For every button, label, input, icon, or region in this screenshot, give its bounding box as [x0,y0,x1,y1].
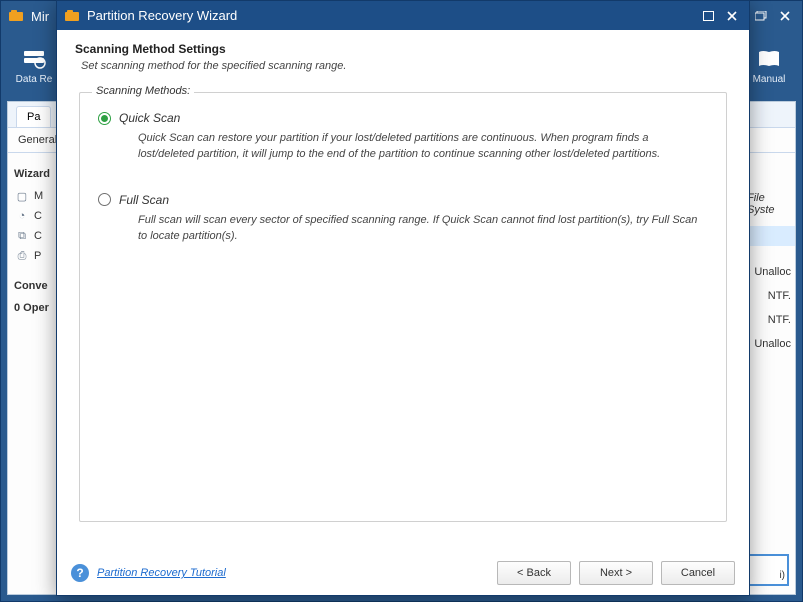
filesystem-column: File Syste Unalloc NTF. NTF. Unalloc [747,192,795,362]
page-subtitle: Set scanning method for the specified sc… [75,60,731,72]
wizard-title: Partition Recovery Wizard [87,8,237,23]
quick-scan-description: Quick Scan can restore your partition if… [98,131,708,163]
help-icon[interactable]: ? [71,564,89,582]
back-button[interactable]: < Back [497,561,571,585]
close-icon[interactable] [721,7,743,25]
toolbar-label: Manual [753,74,786,85]
fs-row: Unalloc [747,266,795,278]
tab-partition[interactable]: Pa [16,106,51,127]
fieldset-legend: Scanning Methods: [92,85,194,97]
app-icon [63,7,81,25]
wizard-titlebar: Partition Recovery Wizard [57,1,749,30]
copy-icon: ⧉ [14,229,30,243]
radio-icon [98,112,111,125]
print-icon: ⎙ [14,249,30,263]
page-title: Scanning Method Settings [75,42,731,56]
toolbar-item-data[interactable]: Data Re [11,48,57,85]
app-icon [7,7,25,25]
clock-icon: ◔ [14,209,30,223]
main-title: Mir [31,9,49,24]
close-icon[interactable] [774,7,796,25]
disk-selection[interactable]: i) [745,554,789,586]
radio-label: Full Scan [119,193,169,207]
row-highlight[interactable] [747,226,795,246]
radio-full-scan[interactable]: Full Scan [98,193,708,207]
manual-icon [756,48,782,70]
data-icon [21,48,47,70]
wizard-footer: ? Partition Recovery Tutorial < Back Nex… [57,551,749,595]
restore-icon[interactable] [750,7,772,25]
toolbar-item-manual[interactable]: Manual [746,48,792,85]
doc-icon: ▢ [14,189,30,203]
radio-label: Quick Scan [119,111,180,125]
fs-row: Unalloc [747,338,795,350]
radio-icon [98,193,111,206]
next-button[interactable]: Next > [579,561,653,585]
fs-row: NTF. [747,290,795,302]
maximize-icon[interactable] [697,7,719,25]
full-scan-description: Full scan will scan every sector of spec… [98,213,708,245]
toolbar-label: Data Re [16,74,53,85]
tutorial-link[interactable]: Partition Recovery Tutorial [97,567,226,579]
wizard-header: Scanning Method Settings Set scanning me… [57,30,749,78]
radio-quick-scan[interactable]: Quick Scan [98,111,708,125]
cancel-button[interactable]: Cancel [661,561,735,585]
wizard-window: Partition Recovery Wizard Scanning Metho… [56,0,750,596]
scanning-methods-fieldset: Scanning Methods: Quick Scan Quick Scan … [79,92,727,522]
fs-row: NTF. [747,314,795,326]
col-header: File Syste [747,192,795,216]
